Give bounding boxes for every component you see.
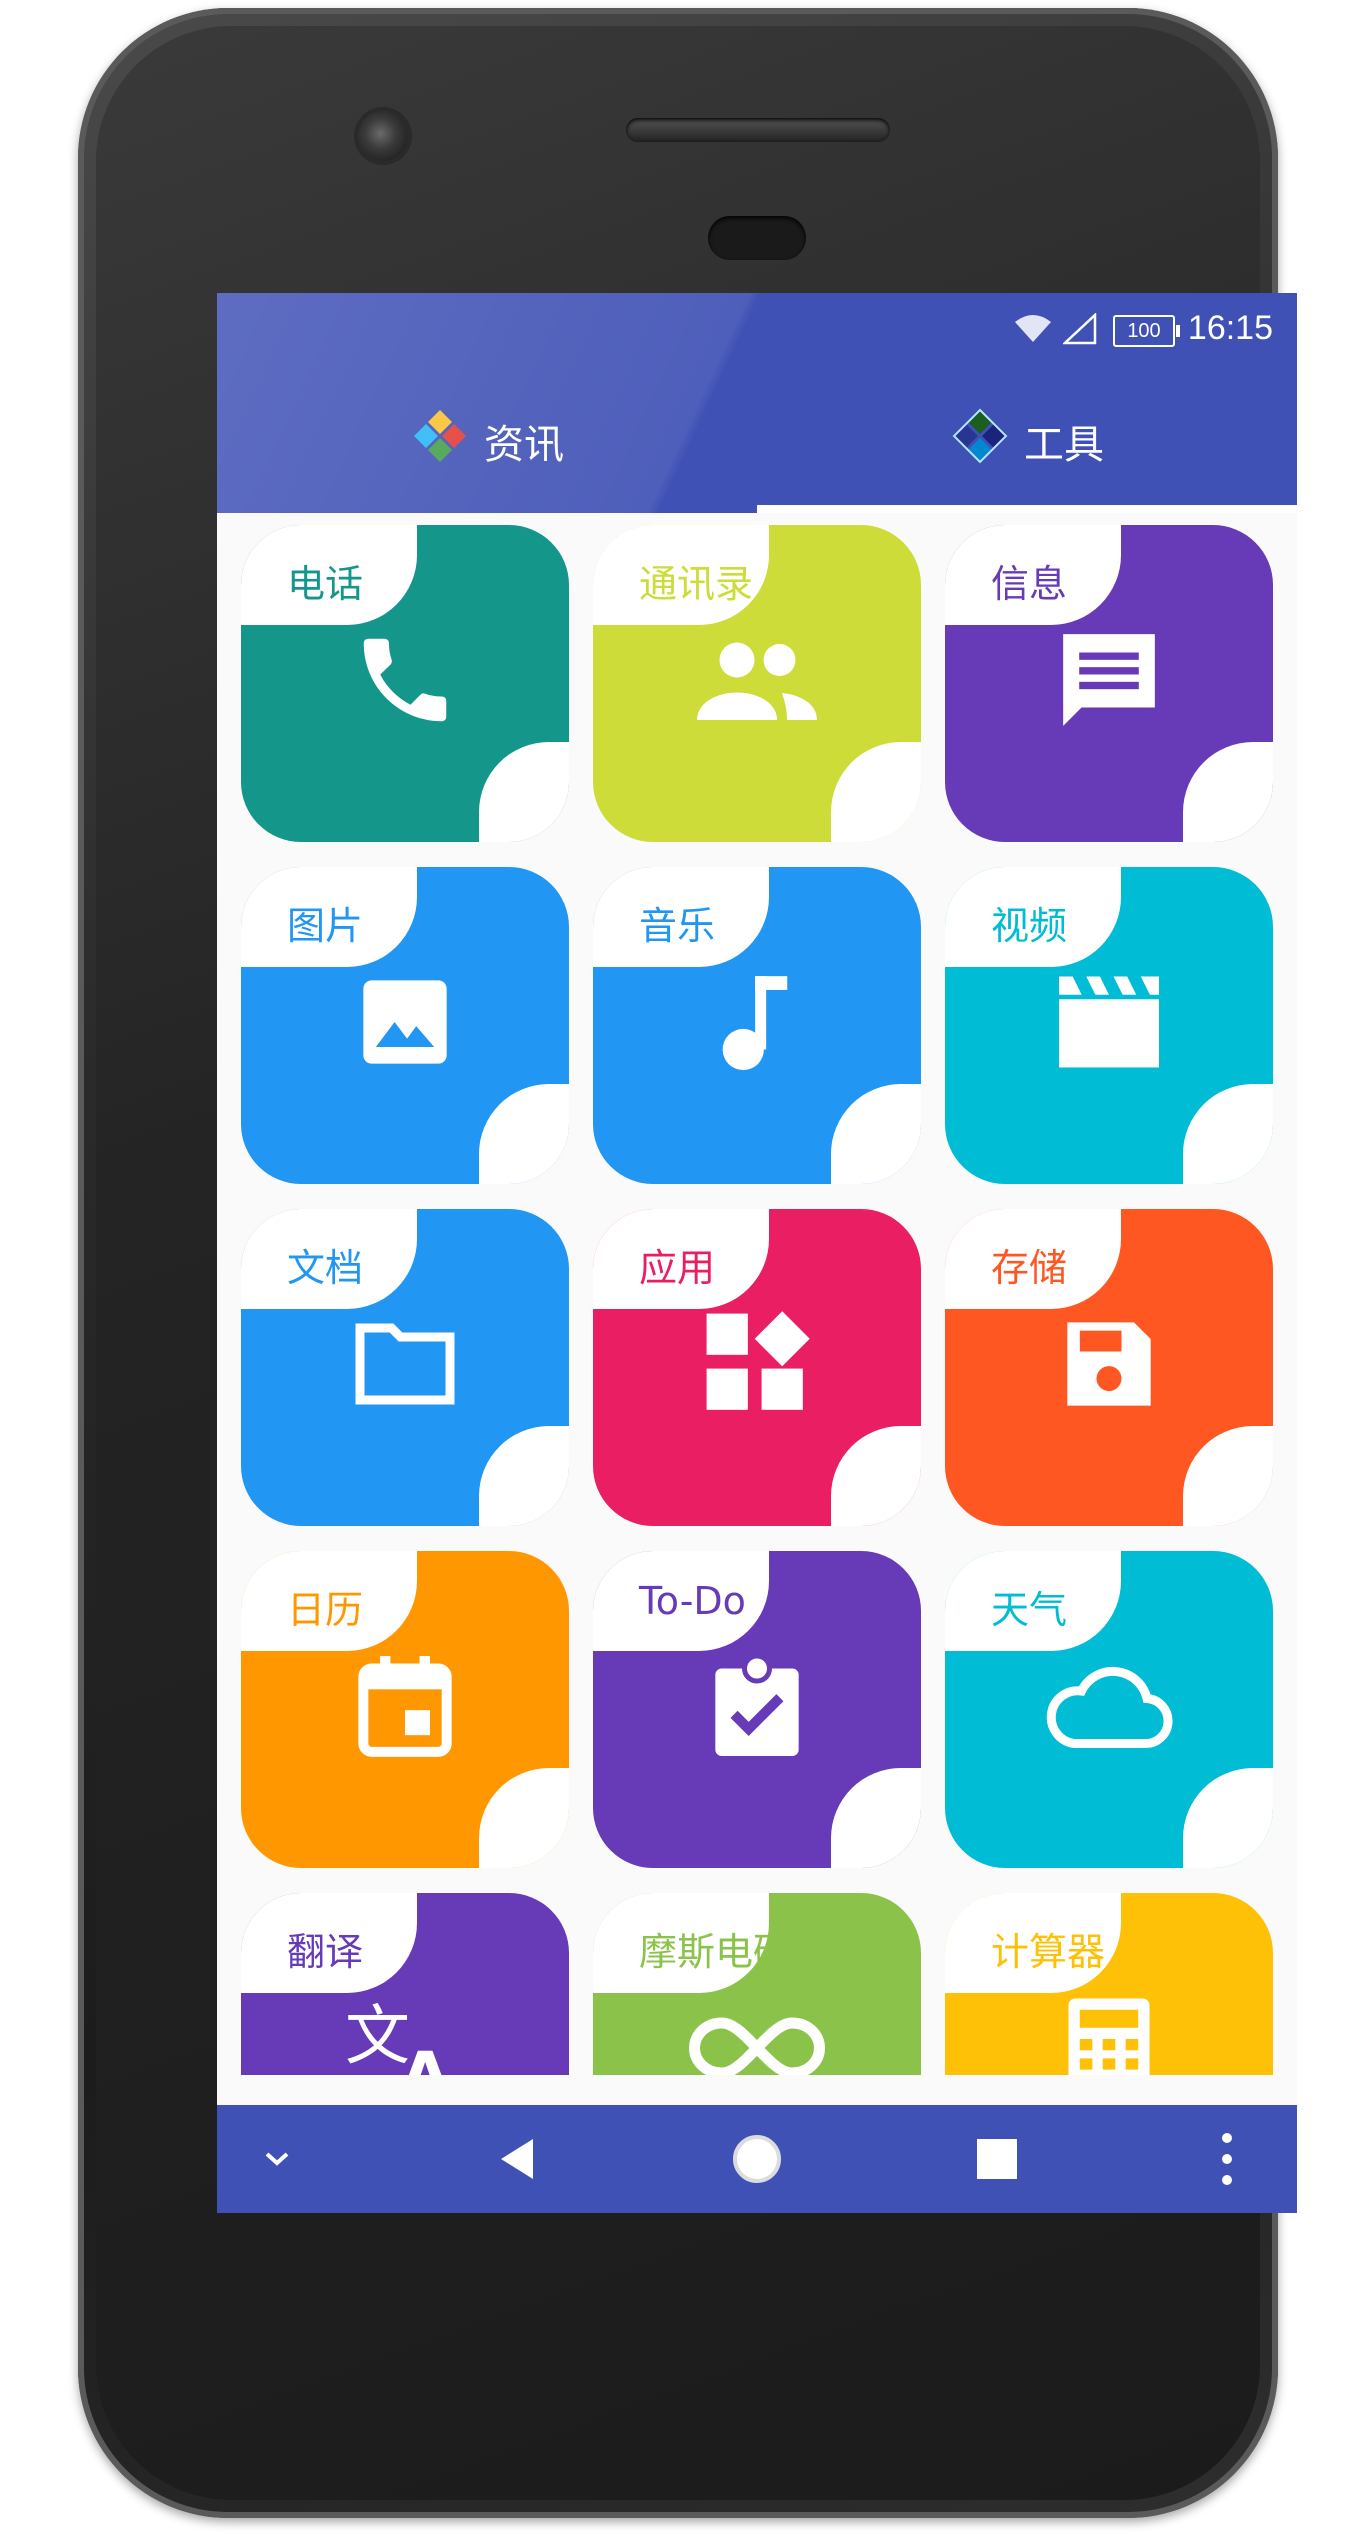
chevron-down-icon[interactable] [217,2105,337,2213]
tool-tile[interactable]: 视频 [945,867,1273,1184]
tool-tile[interactable]: 应用 [593,1209,921,1526]
tool-tile[interactable]: 存储 [945,1209,1273,1526]
phone-frame: 100 16:15 资讯 工具 电话 通讯录 信息 图片 音乐 视频 文档 应用… [78,8,1297,2518]
tool-tile[interactable]: 图片 [241,867,569,1184]
tool-label: 应用 [639,1246,716,1290]
tab-label: 工具 [1024,421,1104,468]
tool-tile[interactable]: 摩斯电码 [593,1893,921,2075]
tool-tile[interactable]: 通讯录 [593,525,921,842]
tool-label: 电话 [287,562,364,606]
image-icon [355,972,455,1072]
floppy-disk-icon [1059,1314,1159,1414]
wifi-icon [1014,313,1052,353]
tool-label: 天气 [991,1588,1068,1632]
decorative-corner [831,1426,921,1526]
decorative-corner [831,1084,921,1184]
decorative-corner [1183,1084,1273,1184]
tool-label: 信息 [991,562,1068,606]
status-time: 16:15 [1187,309,1273,347]
phone-icon [350,625,460,735]
tool-label: 计算器 [991,1930,1106,1974]
tab-label: 资讯 [484,421,564,468]
cell-signal-icon [1061,312,1097,354]
tool-tile[interactable]: 电话 [241,525,569,842]
decorative-corner [1183,1768,1273,1868]
clipboard-check-icon [707,1651,807,1761]
infinity-icon [687,2008,827,2075]
calculator-icon [1064,1993,1154,2075]
battery-icon: 100 [1113,315,1180,347]
more-vert-icon[interactable] [1167,2105,1287,2213]
apps-widgets-icon [702,1309,812,1419]
tool-label: 文档 [287,1246,364,1290]
decorative-corner [831,1768,921,1868]
movie-clapper-icon [1054,972,1164,1072]
earpiece-speaker [626,118,890,142]
decorative-corner [479,1084,569,1184]
tool-tile[interactable]: 信息 [945,525,1273,842]
tool-tile[interactable]: To-Do [593,1551,921,1868]
tool-label: 图片 [287,904,364,948]
proximity-sensor [708,216,806,260]
tool-label: 摩斯电码 [639,1930,792,1974]
home-icon[interactable] [697,2105,817,2213]
svg-text:A: A [400,2039,450,2075]
recents-icon[interactable] [937,2105,1057,2213]
tool-label: 音乐 [639,904,716,948]
tool-label: 视频 [991,904,1068,948]
tools-grid: 电话 通讯录 信息图片 音乐 视频文档 应用 存储日历 To-Do 天气翻译文A 摩斯电码 计算器 [241,525,1281,2075]
tool-tile[interactable]: 音乐 [593,867,921,1184]
decorative-corner [479,1426,569,1526]
calendar-icon [355,1651,455,1761]
app-bar: 100 16:15 资讯 工具 [217,293,1297,513]
decorative-corner [1183,742,1273,842]
translate-icon: 文A [345,1993,465,2075]
tool-tile[interactable]: 文档 [241,1209,569,1526]
tool-label: 通讯录 [639,562,754,606]
selected-tab-indicator [757,505,1297,513]
colorful-diamond-icon [410,406,484,476]
decorative-corner [1183,1426,1273,1526]
folder-icon [350,1319,460,1409]
front-camera [358,111,408,161]
decorative-corner [479,742,569,842]
tool-tile[interactable]: 日历 [241,1551,569,1868]
tab-news[interactable]: 资讯 [217,368,757,513]
cloud-icon [1044,1661,1174,1751]
message-icon [1054,625,1164,735]
outlined-diamond-icon [950,406,1024,476]
tool-label: 存储 [991,1246,1068,1290]
tool-label: 翻译 [287,1930,364,1974]
music-note-icon [712,967,802,1077]
decorative-corner [831,742,921,842]
tab-bar: 资讯 工具 [217,368,1297,513]
status-bar: 100 16:15 [217,293,1297,368]
screen: 100 16:15 资讯 工具 电话 通讯录 信息 图片 音乐 视频 文档 应用… [217,293,1297,2213]
contacts-icon [697,635,817,725]
tool-tile[interactable]: 翻译文A [241,1893,569,2075]
tool-tile[interactable]: 计算器 [945,1893,1273,2075]
back-icon[interactable] [457,2105,577,2213]
tab-tools[interactable]: 工具 [757,368,1297,513]
tool-label: To-Do [639,1579,746,1623]
decorative-corner [479,1768,569,1868]
tool-label: 日历 [287,1588,364,1632]
navigation-bar [217,2105,1297,2213]
tool-tile[interactable]: 天气 [945,1551,1273,1868]
